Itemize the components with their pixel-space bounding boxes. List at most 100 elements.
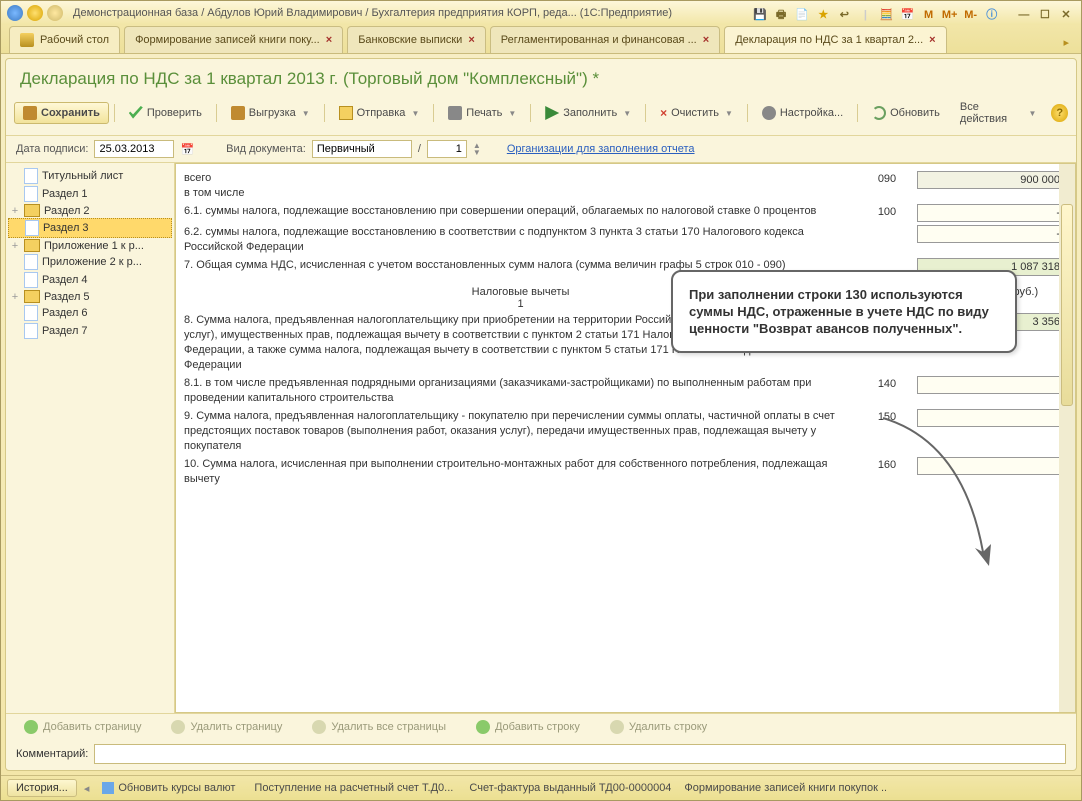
status-item[interactable]: Счет-фактура выданный ТД00-0000004 о... bbox=[459, 780, 671, 796]
tab-scroll-right-icon[interactable]: ▸ bbox=[1059, 32, 1073, 53]
status-item[interactable]: Обновить курсы валют bbox=[96, 780, 241, 796]
history-icon[interactable]: ↩ bbox=[835, 7, 853, 23]
del-row-button[interactable]: Удалить строку bbox=[600, 717, 717, 737]
tab-close-icon[interactable]: × bbox=[929, 34, 935, 46]
del-all-pages-button[interactable]: Удалить все страницы bbox=[302, 717, 456, 737]
date-picker-icon[interactable]: 📅 bbox=[180, 143, 194, 156]
button-label: Сохранить bbox=[41, 107, 100, 119]
doctype-input[interactable] bbox=[312, 140, 412, 158]
tree-node[interactable]: Раздел 1 bbox=[8, 185, 172, 203]
tab-book-entries[interactable]: Формирование записей книги поку... × bbox=[124, 26, 343, 53]
desktop-icon bbox=[20, 33, 34, 47]
status-item[interactable]: Поступление на расчетный счет Т.Д0... bbox=[244, 780, 456, 796]
tree-label: Раздел 1 bbox=[42, 188, 88, 200]
section-tree[interactable]: Титульный лист Раздел 1 + Раздел 2 Раздел… bbox=[6, 163, 175, 713]
button-label: Добавить строку bbox=[495, 721, 580, 733]
tab-declaration[interactable]: Декларация по НДС за 1 квартал 2... × bbox=[724, 26, 946, 53]
tree-node[interactable]: Титульный лист bbox=[8, 167, 172, 185]
tree-node[interactable]: +Раздел 5 bbox=[8, 289, 172, 304]
tab-close-icon[interactable]: × bbox=[703, 34, 709, 46]
all-actions-button[interactable]: Все действия▼ bbox=[951, 97, 1046, 129]
tree-node[interactable]: + Раздел 2 bbox=[8, 203, 172, 218]
slash: / bbox=[418, 143, 421, 155]
star-icon[interactable]: ★ bbox=[814, 7, 832, 23]
file-icon bbox=[24, 254, 38, 270]
row-desc: 6.1. суммы налога, подлежащие восстановл… bbox=[184, 204, 857, 219]
doc-icon[interactable]: 📄 bbox=[793, 7, 811, 23]
tree-label: Раздел 7 bbox=[42, 325, 88, 337]
file-icon bbox=[24, 168, 38, 184]
row-code: 090 bbox=[857, 171, 917, 185]
col-header: Налоговые вычеты bbox=[472, 286, 570, 298]
calendar-icon[interactable]: 📅 bbox=[899, 7, 917, 23]
titlebar-icon[interactable] bbox=[27, 5, 43, 21]
add-icon bbox=[24, 720, 38, 734]
check-icon bbox=[129, 106, 143, 120]
spinner-icon[interactable]: ▲▼ bbox=[473, 142, 481, 156]
row-desc: 10. Сумма налога, исчисленная при выполн… bbox=[184, 457, 857, 487]
report-row: 6.1. суммы налога, подлежащие восстановл… bbox=[184, 204, 1067, 222]
org-link[interactable]: Организации для заполнения отчета bbox=[507, 143, 695, 155]
export-button[interactable]: Выгрузка▼ bbox=[222, 102, 319, 124]
status-prev-icon[interactable]: ◂ bbox=[80, 782, 94, 795]
button-label: Добавить страницу bbox=[43, 721, 141, 733]
report-form[interactable]: всегов том числе 090 900 000 6.1. суммы … bbox=[175, 163, 1076, 713]
save-button[interactable]: Сохранить bbox=[14, 102, 109, 124]
info-icon[interactable]: ⓘ bbox=[983, 6, 1001, 22]
add-page-button[interactable]: Добавить страницу bbox=[14, 717, 151, 737]
save-icon[interactable]: 💾 bbox=[751, 7, 769, 23]
maximize-button[interactable]: ☐ bbox=[1036, 7, 1054, 23]
titlebar-icon-2[interactable] bbox=[47, 5, 63, 21]
tree-label: Раздел 2 bbox=[44, 205, 90, 217]
page-input[interactable] bbox=[427, 140, 467, 158]
scrollbar-thumb[interactable] bbox=[1061, 204, 1073, 406]
add-row-button[interactable]: Добавить строку bbox=[466, 717, 590, 737]
button-label: Удалить страницу bbox=[190, 721, 282, 733]
tab-bank[interactable]: Банковские выписки × bbox=[347, 26, 486, 53]
print-button[interactable]: Печать▼ bbox=[439, 102, 525, 124]
status-item[interactable]: Формирование записей книги покупок ... bbox=[674, 780, 886, 796]
file-icon bbox=[24, 323, 38, 339]
vertical-scrollbar[interactable] bbox=[1059, 164, 1075, 712]
help-icon[interactable]: ? bbox=[1051, 104, 1068, 122]
expand-icon[interactable]: + bbox=[10, 205, 20, 217]
sign-date-input[interactable] bbox=[94, 140, 174, 158]
tree-node[interactable]: +Приложение 1 к р... bbox=[8, 238, 172, 253]
refresh-button[interactable]: Обновить bbox=[863, 102, 949, 124]
status-label: Счет-фактура выданный ТД00-0000004 о... bbox=[469, 782, 671, 794]
history-button[interactable]: История... bbox=[7, 779, 77, 797]
tree-node[interactable]: Раздел 4 bbox=[8, 271, 172, 289]
folder-icon bbox=[24, 204, 40, 217]
tab-desktop[interactable]: Рабочий стол bbox=[9, 26, 120, 53]
send-button[interactable]: Отправка▼ bbox=[330, 102, 429, 124]
expand-icon[interactable]: + bbox=[10, 291, 20, 303]
tree-node-selected[interactable]: Раздел 3 bbox=[8, 218, 172, 238]
mminus-button[interactable]: M- bbox=[962, 7, 980, 23]
calc-icon[interactable]: 🧮 bbox=[877, 7, 895, 23]
print-icon[interactable]: 🖶 bbox=[772, 8, 790, 24]
expand-icon[interactable]: + bbox=[10, 240, 20, 252]
comment-input[interactable] bbox=[94, 744, 1066, 764]
window-title: Демонстрационная база / Абдулов Юрий Вла… bbox=[73, 7, 751, 19]
del-icon bbox=[610, 720, 624, 734]
settings-button[interactable]: Настройка... bbox=[753, 102, 852, 124]
mplus-button[interactable]: M+ bbox=[941, 7, 959, 23]
tree-node[interactable]: Раздел 7 bbox=[8, 322, 172, 340]
value-input[interactable]: - bbox=[917, 225, 1067, 243]
m-button[interactable]: M bbox=[920, 7, 938, 23]
tab-close-icon[interactable]: × bbox=[326, 34, 332, 46]
del-page-button[interactable]: Удалить страницу bbox=[161, 717, 292, 737]
minimize-button[interactable]: — bbox=[1015, 7, 1033, 23]
value-input[interactable]: - bbox=[917, 204, 1067, 222]
tree-node[interactable]: Раздел 6 bbox=[8, 304, 172, 322]
tab-reporting[interactable]: Регламентированная и финансовая ... × bbox=[490, 26, 720, 53]
tab-close-icon[interactable]: × bbox=[468, 34, 474, 46]
value-input[interactable] bbox=[917, 376, 1067, 394]
check-button[interactable]: Проверить bbox=[120, 102, 211, 124]
clear-button[interactable]: × Очистить▼ bbox=[651, 103, 742, 123]
tree-node[interactable]: Приложение 2 к р... bbox=[8, 253, 172, 271]
app-menu-icon[interactable] bbox=[7, 5, 23, 21]
close-button[interactable]: ✕ bbox=[1057, 7, 1075, 23]
fill-button[interactable]: Заполнить▼ bbox=[536, 102, 640, 124]
titlebar: Демонстрационная база / Абдулов Юрий Вла… bbox=[1, 1, 1081, 25]
